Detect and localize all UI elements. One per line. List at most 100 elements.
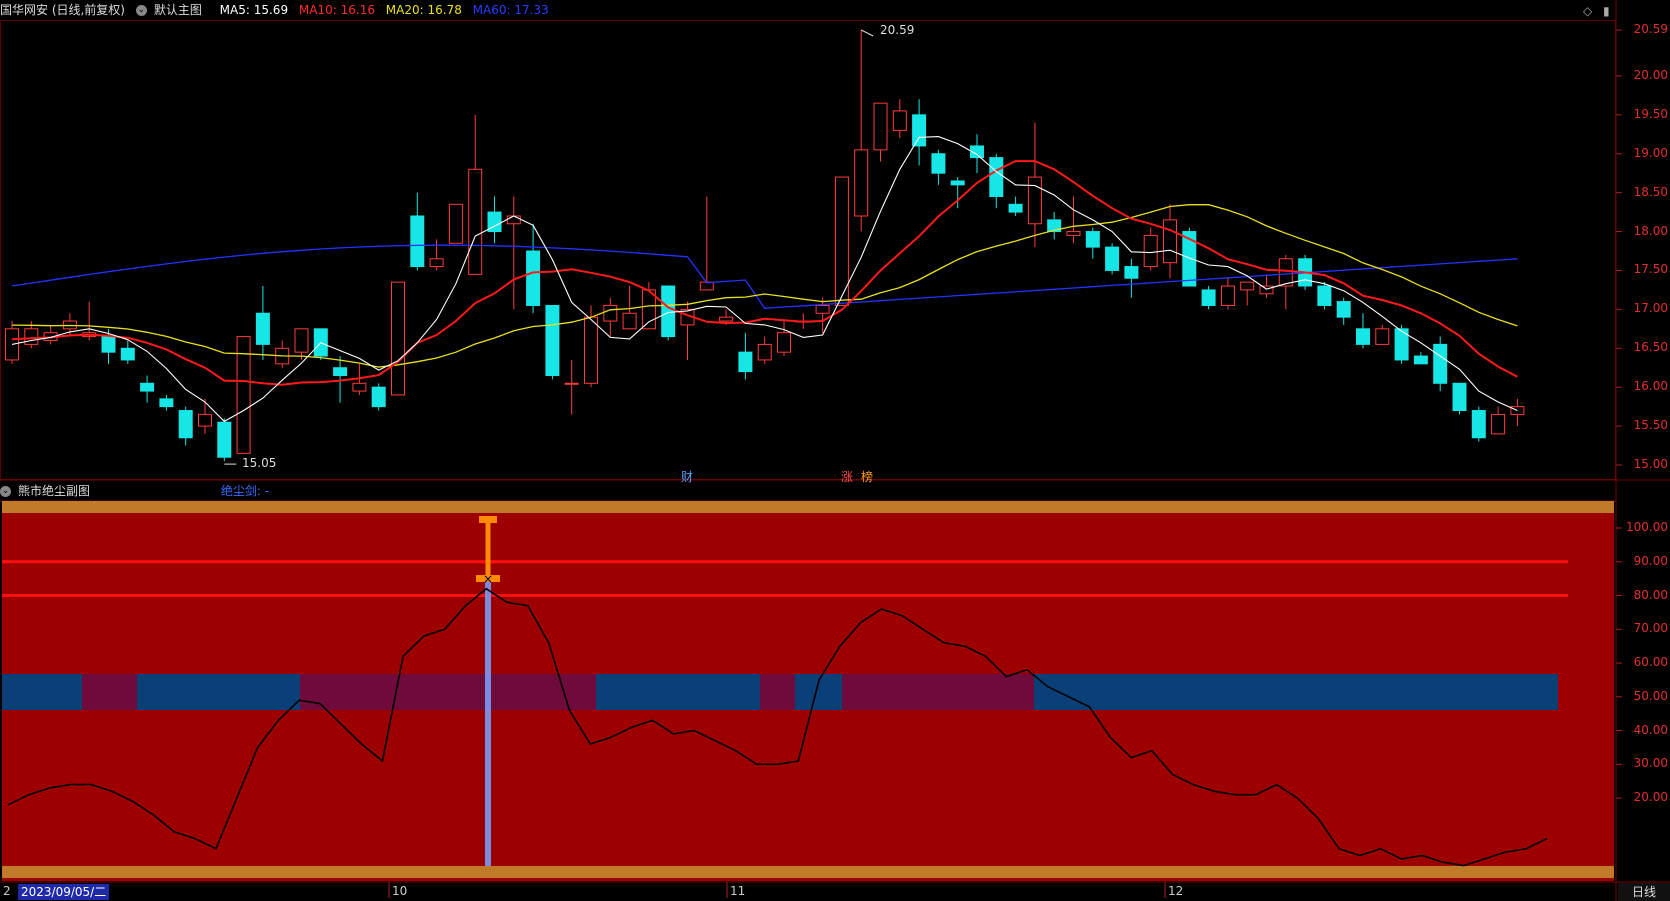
price-tick-label: 18.00: [1633, 223, 1668, 238]
tag-cai[interactable]: 财: [681, 468, 693, 485]
price-tick-label: 15.00: [1633, 457, 1668, 471]
chevron-down-icon[interactable]: ⌄: [0, 486, 11, 497]
period-selector[interactable]: 日线: [1618, 883, 1670, 901]
candle[interactable]: [217, 421, 232, 458]
candle[interactable]: [873, 102, 888, 151]
phase-band-segment: [137, 674, 300, 710]
candle[interactable]: [989, 157, 1004, 198]
candle[interactable]: [255, 312, 270, 345]
candle[interactable]: [526, 250, 541, 306]
candle[interactable]: [854, 149, 869, 217]
candle[interactable]: [24, 328, 39, 345]
candle[interactable]: [1452, 382, 1467, 412]
candle[interactable]: [1143, 234, 1158, 268]
price-tick-label: 18.50: [1633, 184, 1668, 199]
phase-band-segment: [1034, 674, 1558, 710]
high-price-label: 20.59: [880, 23, 915, 37]
candle[interactable]: [1220, 285, 1235, 306]
candle[interactable]: [506, 215, 521, 225]
candle[interactable]: [1278, 258, 1293, 287]
candle[interactable]: [719, 316, 734, 322]
candle[interactable]: [1413, 355, 1428, 365]
candle[interactable]: [448, 203, 463, 244]
candle[interactable]: [391, 281, 405, 396]
price-tick-label: 17.00: [1633, 301, 1668, 316]
candle[interactable]: [1124, 266, 1139, 279]
candle[interactable]: [815, 304, 830, 314]
candle[interactable]: [1471, 410, 1486, 439]
osc-tick-label: 20.00: [1633, 790, 1668, 805]
phase-band-segment: [2, 674, 82, 710]
price-tick-label: 15.50: [1633, 418, 1668, 433]
candle[interactable]: [1375, 328, 1390, 345]
candle[interactable]: [1066, 231, 1081, 236]
candle[interactable]: [1085, 231, 1100, 248]
candle[interactable]: [603, 304, 618, 322]
candle[interactable]: [429, 258, 444, 268]
candle[interactable]: [738, 351, 753, 373]
high-marker-arrow: [860, 29, 874, 37]
candle[interactable]: [1356, 328, 1370, 345]
candle[interactable]: [892, 110, 907, 131]
candle[interactable]: [912, 114, 927, 147]
candle[interactable]: [1336, 301, 1351, 318]
osc-tick-label: 30.00: [1633, 756, 1668, 771]
price-tick-label: 17.50: [1633, 262, 1668, 277]
candle[interactable]: [333, 367, 348, 377]
candle[interactable]: [140, 382, 155, 392]
candle[interactable]: [1317, 285, 1332, 306]
candle[interactable]: [371, 386, 386, 408]
price-tick-label: 20.00: [1633, 67, 1668, 82]
candle[interactable]: [1201, 289, 1216, 306]
phase-band-segment: [842, 674, 1034, 710]
osc-tick-label: 40.00: [1633, 722, 1668, 737]
price-tick-label: 19.00: [1633, 145, 1668, 160]
candle[interactable]: [950, 180, 965, 186]
candle[interactable]: [564, 382, 579, 385]
candle[interactable]: [1240, 281, 1255, 291]
x-axis-month-11: 11: [730, 884, 746, 898]
candle[interactable]: [1433, 343, 1448, 384]
candle[interactable]: [1259, 285, 1274, 295]
x-axis-month-10: 10: [392, 884, 408, 898]
candle[interactable]: [1491, 413, 1506, 435]
candle[interactable]: [1163, 219, 1177, 264]
candle[interactable]: [410, 215, 425, 268]
candle[interactable]: [1105, 246, 1120, 271]
candle[interactable]: [198, 413, 212, 427]
price-tick-label: 16.50: [1633, 340, 1668, 355]
bottom-band: [2, 866, 1614, 878]
candle[interactable]: [352, 382, 367, 392]
candle[interactable]: [622, 312, 637, 330]
x-axis-start-prefix: 2: [3, 884, 11, 898]
candle[interactable]: [1510, 406, 1525, 415]
candle[interactable]: [178, 410, 193, 439]
osc-tick-label: 90.00: [1633, 553, 1668, 568]
sub-chart-title[interactable]: 熊市绝尘副图: [18, 484, 90, 498]
candle[interactable]: [120, 347, 135, 361]
candle[interactable]: [1008, 203, 1023, 213]
phase-band-segment: [82, 674, 137, 710]
candle[interactable]: [777, 332, 791, 353]
x-axis-month-12: 12: [1168, 884, 1184, 898]
stock-chart-canvas[interactable]: ×: [0, 0, 1670, 901]
candle[interactable]: [468, 168, 483, 275]
candle[interactable]: [584, 316, 598, 384]
candle[interactable]: [101, 336, 116, 353]
osc-tick-label: 100.00: [1626, 520, 1668, 534]
tag-zhang[interactable]: 涨: [841, 468, 853, 485]
candle[interactable]: [661, 285, 676, 338]
tag-bang[interactable]: 榜: [861, 468, 873, 485]
candle[interactable]: [1027, 176, 1042, 225]
candle[interactable]: [545, 304, 560, 377]
candle[interactable]: [294, 328, 309, 353]
candle[interactable]: [931, 153, 946, 174]
indicator-label: 绝尘剑: -: [220, 484, 270, 498]
top-band: [2, 501, 1614, 513]
candle[interactable]: [159, 398, 174, 408]
phase-band-segment: [300, 674, 596, 710]
osc-tick-label: 80.00: [1633, 587, 1668, 602]
phase-band-segment: [760, 674, 795, 710]
cursor-date-badge: 2023/09/05/二: [18, 884, 110, 900]
candle[interactable]: [757, 343, 772, 361]
